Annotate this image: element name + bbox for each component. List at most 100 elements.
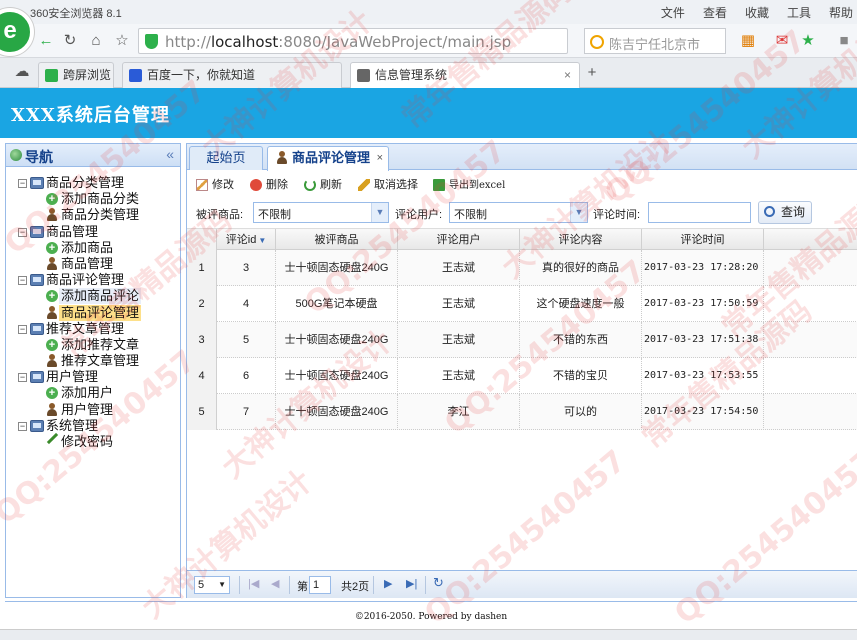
edit-button[interactable]: 修改 [196,177,234,193]
user-filter-select[interactable]: 不限制 ▼ [449,202,588,223]
url-text[interactable]: http://localhost:8080/JavaWebProject/mai… [165,33,511,51]
tree-folder[interactable]: − 推荐文章管理 [6,321,180,337]
new-tab-button[interactable]: + [582,63,602,83]
tree-folder[interactable]: − 商品评论管理 [6,272,180,288]
home-icon[interactable]: ⌂ [86,31,106,51]
tree-item[interactable]: 商品分类管理 [6,207,180,223]
header-comment-id[interactable]: 评论id ▼ [217,229,276,251]
tree-item[interactable]: + 添加商品 [6,240,180,256]
menu-help[interactable]: 帮助 [829,4,853,21]
page-total: 共2页 [341,581,370,593]
refresh-button[interactable]: 刷新 [304,177,342,193]
chevron-down-icon[interactable]: ▼ [371,203,388,222]
header-user[interactable]: 评论用户 [398,229,520,251]
refresh-icon[interactable]: ↻ [60,31,80,51]
apps-grid-icon[interactable]: ▦ [738,31,758,51]
tree-folder[interactable]: − 商品管理 [6,224,180,240]
browser-tab-infosys[interactable]: 信息管理系统 × [350,62,580,89]
close-tab-icon[interactable]: × [564,63,571,87]
row-number-cell: 4 [187,358,217,394]
comment-grid: 评论id ▼ 被评商品 评论用户 评论内容 评论时间 1 3 士十顿固态硬盘240G 王… [187,228,857,430]
tree-item[interactable]: + 添加用户 [6,385,180,401]
header-product[interactable]: 被评商品 [276,229,398,251]
back-arrow-icon[interactable]: ← [36,31,56,51]
table-row[interactable]: 3 5 士十顿固态硬盘240G 王志斌 不错的东西 2017-03-23 17:51:38 [187,322,857,358]
browser-titlebar: 360安全浏览器 8.1 文件 查看 收藏 工具 帮助 [0,0,857,24]
mail-icon[interactable]: ✉ [772,31,792,51]
pencil-icon [46,432,59,445]
cancel-select-button[interactable]: 取消选择 [358,177,418,193]
tree-item-label: 添加商品分类 [61,191,140,207]
security-shield-icon [145,34,158,49]
tree-folder[interactable]: − 用户管理 [6,369,180,385]
search-icon [764,206,775,217]
table-row[interactable]: 2 4 500G笔记本硬盘 王志斌 这个硬盘速度一般 2017-03-23 17:50:5… [187,286,857,322]
menu-file[interactable]: 文件 [661,4,685,21]
page-icon [357,69,370,82]
menu-favorites[interactable]: 收藏 [745,4,769,21]
search-engine-icon [590,35,604,49]
collapse-toggle-icon[interactable]: − [18,227,27,237]
address-bar[interactable]: http://localhost:8080/JavaWebProject/mai… [138,28,568,54]
table-row[interactable]: 4 6 士十顿固态硬盘240G 王志斌 不错的宝贝 2017-03-23 17:53:55 [187,358,857,394]
close-icon[interactable]: × [377,147,383,169]
menu-view[interactable]: 查看 [703,4,727,21]
table-row[interactable]: 1 3 士十顿固态硬盘240G 王志斌 真的很好的商品 2017-03-23 17:28:… [187,250,857,286]
tree-item[interactable]: 推荐文章管理 [6,353,180,369]
page-number-input[interactable]: 1 [309,576,331,594]
browser-tab-crossscreen[interactable]: 跨屏浏览 [38,62,114,88]
collapse-icon[interactable]: « [166,146,174,162]
query-label: 查询 [781,205,806,219]
content-cell: 不错的东西 [520,322,642,358]
collapse-toggle-icon[interactable]: − [18,421,27,431]
first-page-icon[interactable]: |◀ [248,577,259,590]
product-filter-label: 被评商品: [196,209,244,221]
reload-icon[interactable]: ↻ [433,575,444,591]
tree-folder[interactable]: − 商品分类管理 [6,175,180,191]
tab-home[interactable]: 起始页 [189,146,263,170]
nav-tree: − 商品分类管理 + 添加商品分类 商品分类管理 − 商品管理 + 添加商品 商品管理 − 商品评论管… [6,175,180,450]
query-button[interactable]: 查询 [758,201,813,224]
time-cell: 2017-03-23 17:28:20 [642,250,764,286]
export-excel-button[interactable]: 导出到excel [433,177,505,193]
delete-button[interactable]: 删除 [250,177,288,193]
collapse-toggle-icon[interactable]: − [18,324,27,334]
star-icon[interactable]: ☆ [112,31,132,51]
phone-icon [45,69,58,82]
tree-item[interactable]: + 添加商品评论 [6,288,180,305]
tree-item[interactable]: + 添加商品分类 [6,191,180,207]
last-page-icon[interactable]: ▶| [406,577,417,590]
refresh-icon [304,179,316,191]
menu-tools[interactable]: 工具 [787,4,811,21]
content-cell: 这个硬盘速度一般 [520,286,642,322]
tree-item[interactable]: 修改密码 [6,432,180,450]
product-filter-select[interactable]: 不限制 ▼ [253,202,389,223]
chevron-down-icon[interactable]: ▼ [570,203,587,222]
header-content[interactable]: 评论内容 [520,229,642,251]
browser-search-box[interactable]: 陈吉宁任北京市 [584,28,726,54]
collapse-toggle-icon[interactable]: − [18,373,27,383]
browser-app-title: 360安全浏览器 8.1 [30,8,122,20]
collapse-toggle-icon[interactable]: − [18,179,27,188]
table-row[interactable]: 5 7 士十顿固态硬盘240G 李江 可以的 2017-03-23 17:54:50 [187,394,857,430]
collapse-toggle-icon[interactable]: − [18,276,27,286]
tree-folder-label: 推荐文章管理 [46,320,125,336]
next-page-icon[interactable]: ▶ [384,577,392,590]
tree-item[interactable]: 商品管理 [6,256,180,272]
cloud-icon[interactable]: ☁ [12,62,32,82]
browser-tab-baidu[interactable]: 百度一下，你就知道 [122,62,342,88]
tree-item[interactable]: + 添加推荐文章 [6,337,180,353]
shield-icon[interactable]: ★ [798,31,818,51]
tree-item[interactable]: 用户管理 [6,402,180,418]
prev-page-icon[interactable]: ◀ [271,577,279,590]
tree-item[interactable]: 商品评论管理 [6,304,180,321]
panel-tabstrip: 起始页 商品评论管理 × [187,144,857,171]
tree-folder[interactable]: − 系统管理 [6,418,180,434]
tab-comment-management[interactable]: 商品评论管理 × [267,146,389,171]
header-time[interactable]: 评论时间 [642,229,764,251]
page-size-select[interactable]: 5 ▼ [194,576,230,594]
add-circle-icon: + [46,290,58,303]
time-filter-input[interactable] [648,202,751,223]
adblock-icon[interactable]: ■ [834,31,854,51]
tab-active-label: 商品评论管理 [292,150,371,165]
